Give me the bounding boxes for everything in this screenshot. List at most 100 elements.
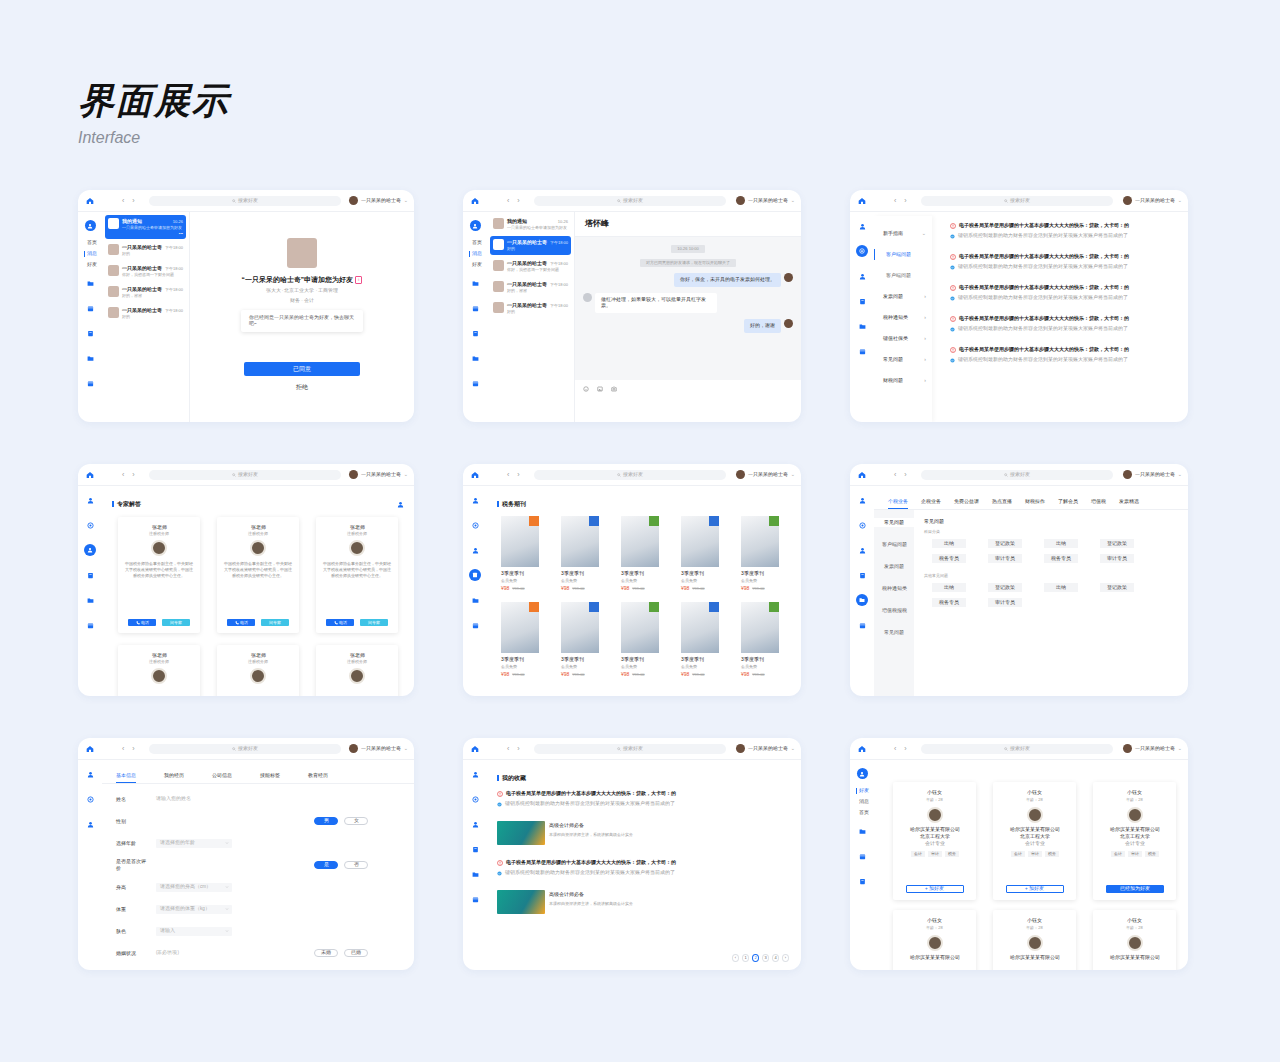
rail-item[interactable] [856, 345, 868, 357]
friend-card[interactable]: 小钰女年龄：28哈尔滨某某某有限公司北京工程大学会计专业会计审计税务已经加为好友 [1093, 782, 1176, 900]
rail-label[interactable]: 首页 [469, 240, 482, 246]
rail-label[interactable]: 好友 [856, 788, 869, 794]
add-friend-button[interactable]: + 加好友 [1006, 885, 1064, 893]
faq-menu-item[interactable]: 键值社保类› [874, 333, 932, 344]
tag-chip[interactable]: 出纳 [932, 583, 966, 592]
search-field[interactable]: 搜索好友 [921, 470, 1113, 480]
conversation-item[interactable]: 一只呆呆的哈士奇下午18:00好的 [105, 241, 186, 260]
journal-item[interactable]: 3季度季刊会员免费¥98¥99.00 [681, 516, 719, 592]
rail-item[interactable] [84, 818, 96, 830]
faq-menu-item[interactable]: 客户端问题 [874, 249, 932, 260]
rail-item[interactable] [84, 352, 96, 364]
toggle-option[interactable]: 男 [314, 817, 338, 825]
nav-button[interactable]: ‹ [507, 197, 509, 205]
search-field[interactable]: 搜索好友 [534, 196, 726, 206]
rail-item-selected[interactable] [856, 594, 868, 606]
faq-menu-item[interactable]: 常见问题› [874, 354, 932, 365]
rail-item[interactable] [84, 793, 96, 805]
expert-card[interactable]: 张老师注册税务师 [217, 645, 299, 696]
tag-chip[interactable]: 登记政策 [1100, 583, 1134, 592]
tab[interactable]: 公司信息 [212, 772, 232, 783]
rail-item[interactable] [856, 544, 868, 556]
rail-item[interactable] [84, 327, 96, 339]
reject-link[interactable]: 拒绝 [296, 383, 308, 391]
user-menu[interactable]: 一只呆呆的哈士奇⌄ [349, 470, 408, 479]
rail-item[interactable] [469, 377, 481, 389]
toggle-option[interactable]: 否 [344, 861, 368, 869]
tab[interactable]: 企税业务 [921, 498, 941, 509]
expert-button[interactable]: 问专家 [261, 619, 289, 626]
tab[interactable]: 免费公益课 [954, 498, 979, 509]
toggle-option[interactable]: 未婚 [314, 949, 338, 957]
tag-chip[interactable]: 登记政策 [988, 539, 1022, 548]
search-field[interactable]: 搜索好友 [149, 470, 341, 480]
nav-button[interactable]: › [904, 197, 906, 205]
rail-item[interactable] [469, 619, 481, 631]
tag-chip[interactable]: 出纳 [1044, 583, 1078, 592]
faq-menu-item[interactable]: 发票问题› [874, 291, 932, 302]
conversation-more[interactable]: ••• [122, 231, 183, 236]
expert-card[interactable]: 张老师注册税务师 [316, 645, 398, 696]
nav-button[interactable]: ‹ [894, 471, 896, 479]
rail-label[interactable]: 首页 [856, 810, 869, 816]
faq-menu-item[interactable]: 财税问题› [874, 375, 932, 386]
tag-chip[interactable]: 审计专员 [988, 554, 1022, 563]
tab[interactable]: 增值税 [1091, 498, 1106, 509]
search-field[interactable]: 搜索好友 [921, 196, 1113, 206]
nav-button[interactable]: ‹ [507, 471, 509, 479]
conversation-item[interactable]: 一只呆呆的哈士奇下午18:00好的，谢谢 [490, 278, 571, 297]
rail-item[interactable] [856, 270, 868, 282]
nav-button[interactable]: › [132, 471, 134, 479]
faq-menu-item[interactable]: 客户端问题 [874, 270, 932, 281]
rail-item[interactable] [856, 825, 868, 837]
friend-card[interactable]: 小钰女年龄：28哈尔滨某某某有限公司北京工程大学会计专业会计审计税务+ 加好友 [993, 782, 1076, 900]
question-item[interactable]: 电子税务局某单使用步骤的十大基本步骤大大大大的快乐：贷款，大卡司：的键钥系统控制… [497, 859, 789, 876]
rail-avatar[interactable] [85, 220, 96, 231]
select-field[interactable]: 请选择您的年龄 [156, 839, 232, 848]
add-friend-button[interactable]: 已经加为好友 [1106, 885, 1164, 893]
rail-item[interactable] [469, 494, 481, 506]
journal-item[interactable]: 3季度季刊会员免费¥98¥99.00 [561, 602, 599, 678]
rail-item[interactable] [469, 793, 481, 805]
rail-item[interactable] [469, 302, 481, 314]
rail-item[interactable] [856, 494, 868, 506]
expert-button[interactable]: 电话 [128, 619, 156, 626]
search-field[interactable]: 搜索好友 [149, 744, 341, 754]
rail-item-selected[interactable] [84, 544, 96, 556]
rail-item-selected[interactable] [469, 569, 481, 581]
category-item[interactable]: 税种通知类 [874, 584, 914, 593]
tag-chip[interactable]: 登记政策 [1100, 539, 1134, 548]
rail-item[interactable] [856, 875, 868, 887]
user-menu[interactable]: 一只呆呆的哈士奇⌄ [1123, 744, 1182, 753]
user-menu[interactable]: 一只呆呆的哈士奇⌄ [736, 196, 795, 205]
expert-button[interactable]: 问专家 [360, 619, 388, 626]
nav-button[interactable]: › [517, 197, 519, 205]
text-input[interactable]: 请输入您的姓名 [156, 796, 191, 802]
tag-chip[interactable]: 审计专员 [1100, 554, 1134, 563]
rail-item[interactable] [856, 569, 868, 581]
nav-button[interactable]: › [904, 745, 906, 753]
page-button[interactable]: › [782, 954, 789, 962]
nav-button[interactable]: ‹ [122, 745, 124, 753]
rail-item[interactable] [856, 619, 868, 631]
question-item[interactable]: 电子税务局某单使用步骤的十大基本步骤大大大大的快乐：贷款，大卡司：的键钥系统控制… [497, 790, 789, 807]
tag-chip[interactable]: 审计专员 [988, 598, 1022, 607]
page-button[interactable]: 4 [772, 954, 779, 962]
tab[interactable]: 财税操作 [1025, 498, 1045, 509]
expert-button[interactable]: 电话 [227, 619, 255, 626]
rail-item[interactable] [469, 352, 481, 364]
search-field[interactable]: 搜索好友 [534, 470, 726, 480]
toggle-option[interactable]: 已婚 [344, 949, 368, 957]
expert-card[interactable]: 张老师注册税务师中国税务师协会事务副主任，中央财经大学税收政策研究中心研究员，中… [217, 517, 299, 633]
rail-item[interactable] [84, 569, 96, 581]
tab[interactable]: 发票精选 [1119, 498, 1139, 509]
nav-button[interactable]: › [517, 471, 519, 479]
tab[interactable]: 我的经历 [164, 772, 184, 783]
rail-item[interactable] [84, 519, 96, 531]
expert-button[interactable]: 问专家 [162, 619, 190, 626]
rail-item[interactable] [469, 544, 481, 556]
page-button[interactable]: 2 [752, 954, 759, 962]
faq-menu-item[interactable]: 税种通知类› [874, 312, 932, 323]
nav-button[interactable]: › [132, 197, 134, 205]
tab[interactable]: 个税业务 [888, 498, 908, 509]
